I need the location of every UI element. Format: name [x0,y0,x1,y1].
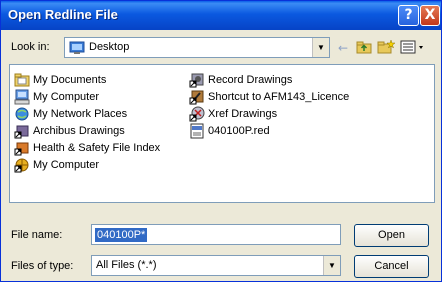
look-in-label: Look in: [11,41,50,53]
file-type-dropdown[interactable]: All Files (*.*) ▼ [91,255,341,276]
list-item-my-documents[interactable]: My Documents [14,71,106,88]
file-list[interactable]: My Documents My Computer My Network Plac… [9,64,435,203]
chevron-down-icon[interactable]: ▼ [323,256,340,275]
file-type-value: All Files (*.*) [96,259,157,271]
list-item-xref-drawings[interactable]: Xref Drawings [189,105,277,122]
cancel-button[interactable]: Cancel [354,255,429,278]
list-item-health-safety-index[interactable]: Health & Safety File Index [14,139,160,156]
view-menu-icon[interactable] [399,39,427,57]
list-item-network-places[interactable]: My Network Places [14,105,127,122]
dialog-title: Open Redline File [8,7,118,22]
folder-shortcut-icon [14,125,29,138]
desktop-icon [69,41,85,54]
chevron-down-icon[interactable]: ▼ [312,38,329,57]
my-documents-icon [14,73,30,86]
network-places-icon [15,107,29,120]
close-button[interactable]: X [420,5,440,26]
title-bar[interactable]: Open Redline File ? X [1,1,441,30]
folder-shortcut-icon [14,142,29,155]
up-folder-icon[interactable] [355,39,373,57]
list-item-my-computer[interactable]: My Computer [14,88,99,105]
file-name-input[interactable]: 040100P* [91,224,341,245]
file-type-label: Files of type: [11,260,74,272]
list-item-040100p-red[interactable]: 040100P.red [189,122,270,139]
file-name-value: 040100P* [95,228,148,242]
look-in-value: Desktop [89,41,130,53]
open-button[interactable]: Open [354,224,429,247]
list-item-record-drawings[interactable]: Record Drawings [189,71,292,88]
new-folder-icon[interactable] [376,39,396,57]
my-computer-icon [14,89,30,104]
my-computer-shortcut-icon [14,158,29,172]
help-button[interactable]: ? [398,5,419,26]
red-file-icon [190,123,204,138]
back-arrow-icon[interactable]: ← [334,39,352,57]
list-item-afm143-licence[interactable]: Shortcut to AFM143_Licence [189,88,349,105]
folder-shortcut-icon [189,73,204,87]
list-item-my-computer-shortcut[interactable]: My Computer [14,156,99,173]
look-in-dropdown[interactable]: Desktop ▼ [64,37,330,58]
folder-shortcut-icon [189,106,205,121]
list-item-archibus-drawings[interactable]: Archibus Drawings [14,122,125,139]
open-redline-dialog: Open Redline File ? X Look in: Desktop ▼… [0,0,442,282]
file-name-label: File name: [11,229,63,241]
folder-shortcut-icon [189,90,204,104]
